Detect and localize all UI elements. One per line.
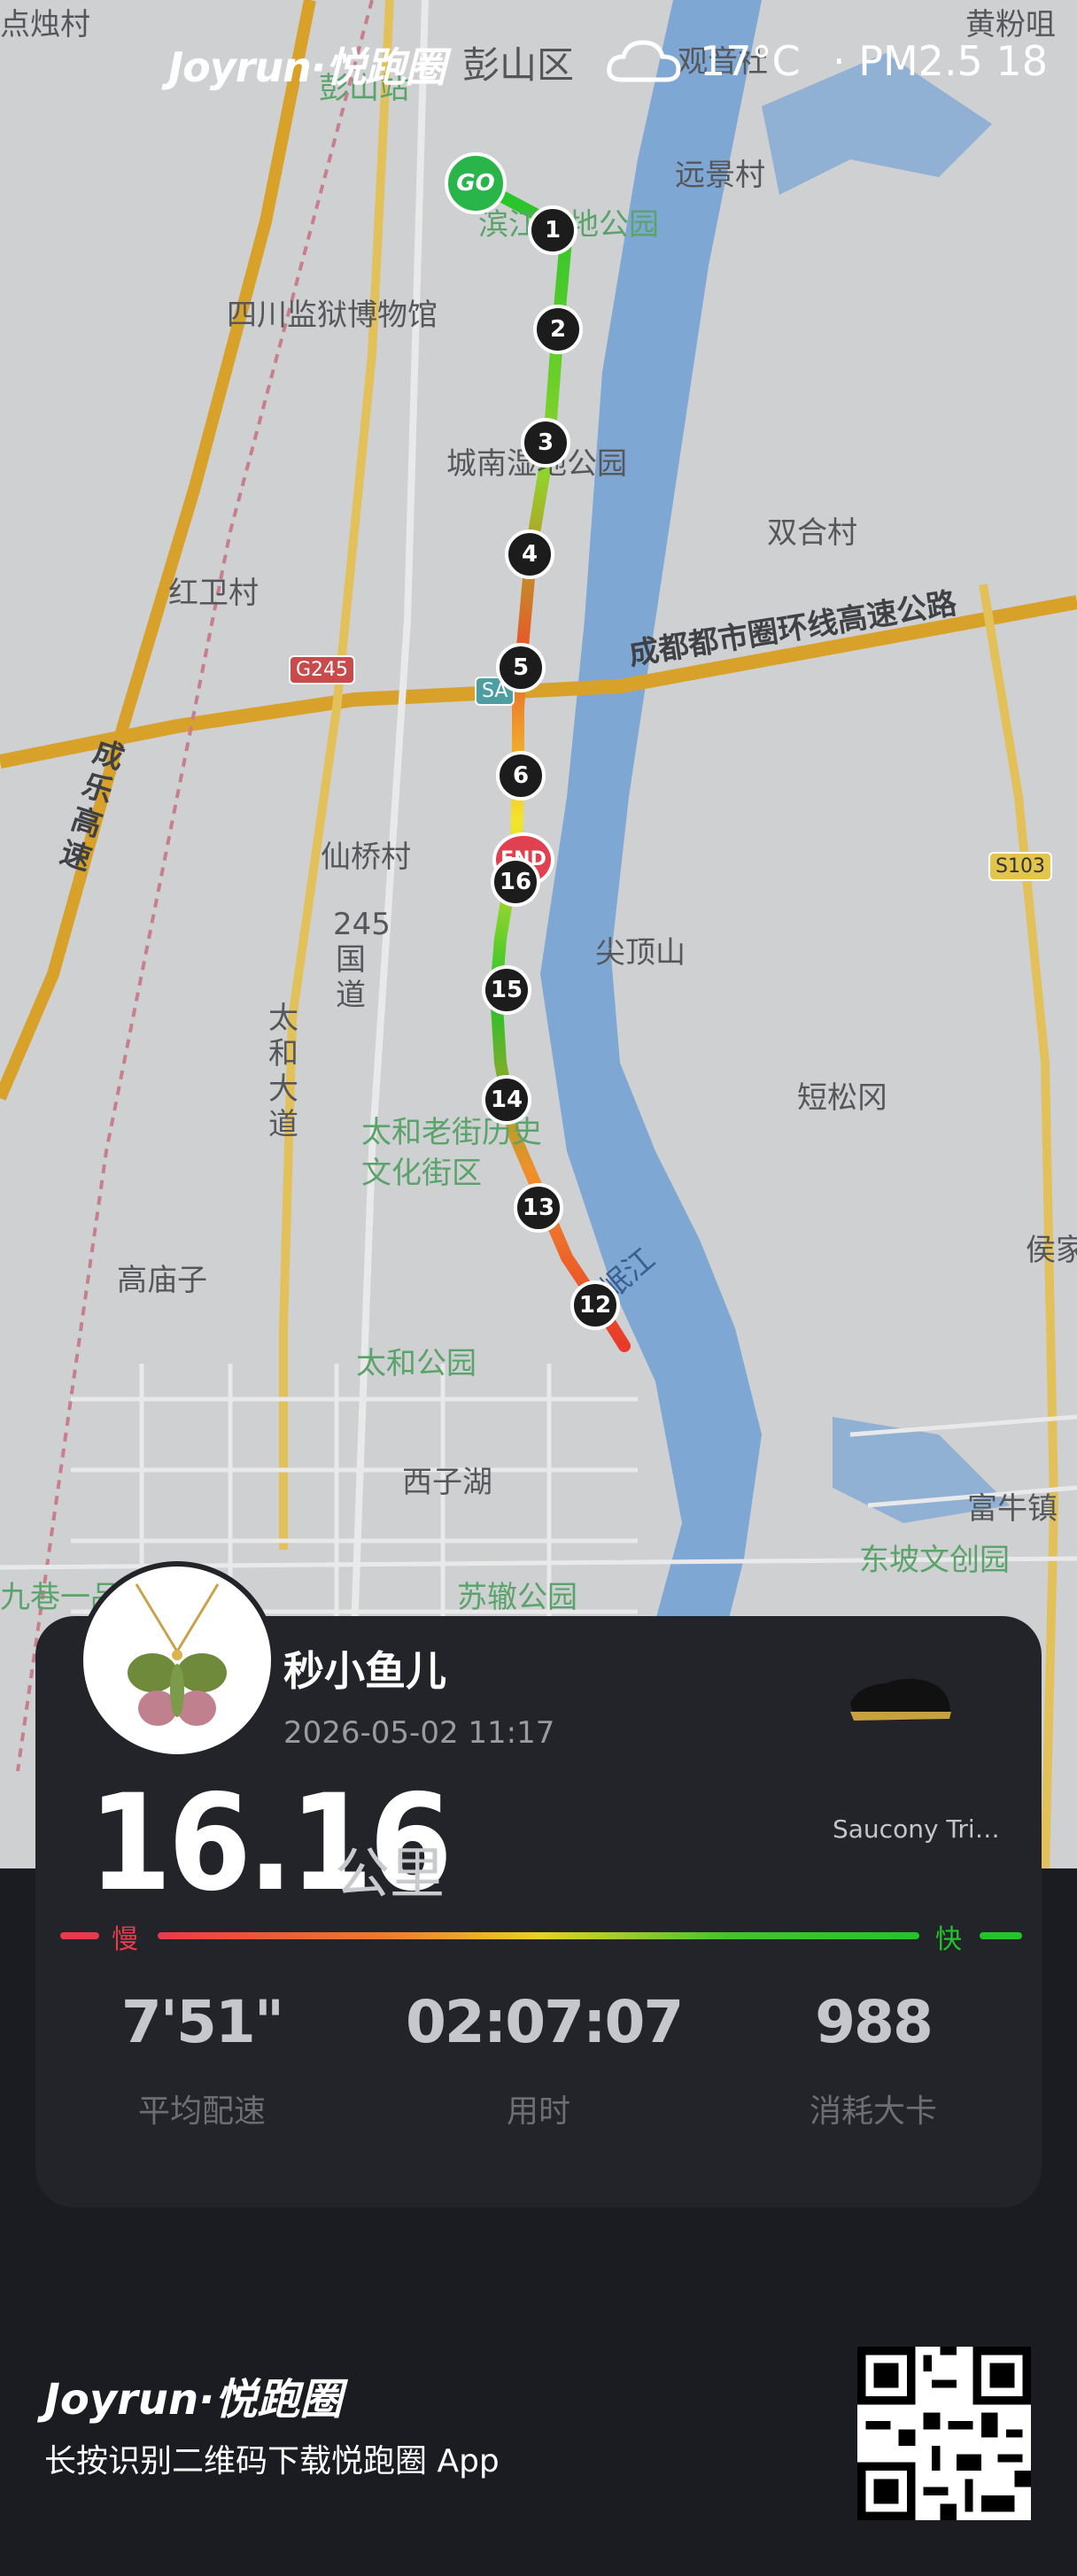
map-label: 侯家 <box>1026 1233 1077 1268</box>
qr-code-icon <box>857 2347 1031 2520</box>
map-label: 西子湖 <box>402 1465 492 1500</box>
map-label: 太和大道 <box>268 1001 298 1142</box>
road-shield: S103 <box>988 852 1052 881</box>
duration-label: 用时 <box>506 2093 570 2130</box>
slow-label: 慢 <box>112 1924 138 1955</box>
map-label: 东坡文创园 <box>859 1543 1010 1578</box>
calories-label: 消耗大卡 <box>809 2093 937 2130</box>
km-marker[interactable]: 3 <box>521 418 570 468</box>
distance-unit: 公里 <box>335 1841 446 1906</box>
activity-card: 秒小鱼儿 2026-05-02 11:17 Saucony Tri… 16.16… <box>35 1561 1042 2208</box>
avatar[interactable] <box>78 1561 276 1760</box>
km-marker[interactable]: 12 <box>570 1280 620 1330</box>
temperature: 17°C <box>700 37 801 85</box>
avg-pace-label: 平均配速 <box>137 2093 266 2130</box>
shoe-name: Saucony Tri… <box>833 1814 1000 1844</box>
map-label: 尖顶山 <box>595 935 686 971</box>
district-label: 彭山区 <box>462 43 575 87</box>
map-label: 富牛镇 <box>967 1491 1058 1527</box>
km-marker[interactable]: 1 <box>528 205 577 255</box>
shoe-icon[interactable] <box>841 1650 957 1738</box>
map-label: 短松冈 <box>797 1080 887 1116</box>
brand-logo: Joyrun·悦跑圈 <box>168 43 446 91</box>
air-quality: · PM2.5 18 <box>833 37 1048 85</box>
km-marker[interactable]: 14 <box>482 1075 531 1125</box>
km-marker[interactable]: 15 <box>482 965 531 1015</box>
km-marker[interactable]: 2 <box>533 305 583 354</box>
start-marker[interactable]: GO <box>445 152 507 214</box>
km-marker[interactable]: 5 <box>496 643 546 692</box>
map-label: 高庙子 <box>117 1263 207 1298</box>
footer-brand-logo: Joyrun·悦跑圈 <box>44 2375 343 2425</box>
km-marker[interactable]: 13 <box>514 1183 563 1233</box>
header-bar: Joyrun·悦跑圈 彭山区 17°C · PM2.5 18 <box>0 35 1077 97</box>
activity-datetime: 2026-05-02 11:17 <box>283 1715 555 1751</box>
chengle-highway <box>0 0 316 1101</box>
map-label: 太和公园 <box>356 1346 477 1381</box>
map-label: 245国道 <box>333 907 391 1013</box>
duration-value: 02:07:07 <box>406 1988 684 2056</box>
road-shield: G245 <box>289 655 356 685</box>
cloud-icon <box>607 40 681 82</box>
pace-legend-bar: 慢 快 <box>60 1917 1022 1955</box>
download-hint: 长按识别二维码下载悦跑圈 App <box>44 2443 500 2479</box>
map-label: 红卫村 <box>168 576 259 611</box>
map-label: 双合村 <box>767 515 857 551</box>
map-label: 四川监狱博物馆 <box>227 298 438 333</box>
map-label: 远景村 <box>675 158 765 193</box>
map-label: 苏辙公园 <box>457 1580 577 1615</box>
km-marker[interactable]: 4 <box>505 530 554 579</box>
calories-value: 988 <box>815 1988 934 2056</box>
map-label: 仙桥村 <box>321 839 411 875</box>
qr-code[interactable] <box>857 2347 1031 2520</box>
km-marker[interactable]: 6 <box>496 751 546 801</box>
avg-pace-value: 7'51" <box>120 1988 284 2056</box>
km-marker[interactable]: 16 <box>491 857 540 907</box>
butterfly-necklace-icon <box>128 1583 227 1726</box>
map-label: 太和老街历史文化街区 <box>361 1115 542 1191</box>
username: 秒小鱼儿 <box>283 1647 446 1695</box>
fast-label: 快 <box>935 1924 962 1955</box>
